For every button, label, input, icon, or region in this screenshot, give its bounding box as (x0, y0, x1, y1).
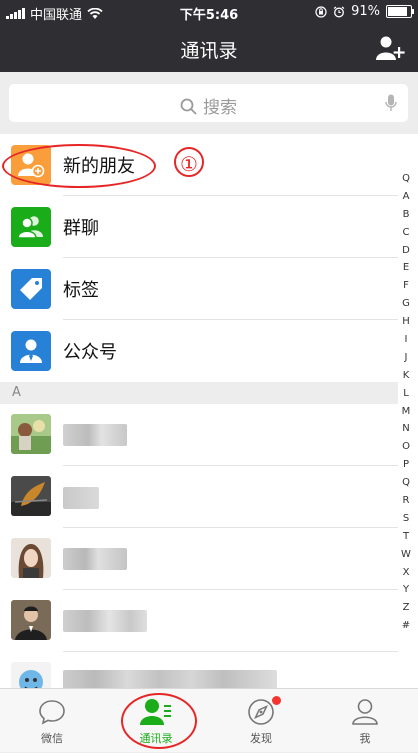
index-letter[interactable]: Z (398, 599, 414, 617)
add-friend-icon (11, 145, 51, 185)
battery-fill (388, 7, 407, 16)
contact-name-pixelated (63, 424, 127, 446)
official-accounts-item[interactable]: 公众号 (0, 320, 398, 382)
contacts-list[interactable]: 新的朋友 群聊 标签 公众号 A (0, 134, 418, 688)
index-letter[interactable]: # (398, 617, 414, 635)
index-letter[interactable]: C (398, 224, 414, 242)
group-chat-icon (11, 207, 51, 247)
index-letter[interactable]: L (398, 385, 414, 403)
index-letter[interactable]: B (398, 206, 414, 224)
add-contact-icon[interactable] (376, 35, 406, 61)
contact-name-pixelated (63, 487, 99, 509)
tab-contacts-label: 通讯录 (139, 732, 173, 745)
microphone-icon[interactable] (385, 94, 397, 112)
contact-row[interactable] (0, 404, 398, 466)
alarm-icon (333, 6, 345, 17)
new-friends-label: 新的朋友 (63, 156, 135, 177)
group-chats-item[interactable]: 群聊 (0, 196, 398, 258)
tab-chats[interactable]: 微信 (0, 689, 104, 753)
chat-bubble-icon (39, 700, 65, 725)
index-letter[interactable]: Q (398, 474, 414, 492)
contact-avatar (11, 476, 51, 516)
official-accounts-label: 公众号 (63, 342, 117, 363)
tab-discover-label: 发现 (250, 732, 272, 745)
orientation-lock-icon (315, 5, 327, 18)
index-letter[interactable]: W (398, 546, 414, 564)
search-icon (180, 98, 197, 115)
contact-name-pixelated (63, 670, 277, 688)
index-letter[interactable]: G (398, 295, 414, 313)
tab-discover[interactable]: 发现 (209, 689, 313, 753)
notification-dot (272, 696, 281, 705)
tab-chats-label: 微信 (41, 732, 63, 745)
nav-bar: 通讯录 (0, 24, 418, 72)
index-letter[interactable]: K (398, 367, 414, 385)
contact-name-pixelated (63, 548, 127, 570)
section-header: A (0, 382, 398, 404)
contact-avatar (11, 538, 51, 578)
index-letter[interactable]: N (398, 420, 414, 438)
battery-icon (386, 5, 414, 18)
search-placeholder-wrap: 搜索 (9, 93, 408, 118)
tab-me[interactable]: 我 (313, 689, 417, 753)
index-letter[interactable]: I (398, 331, 414, 349)
battery-percent: 91% (351, 4, 380, 19)
index-letter[interactable]: Q (398, 170, 414, 188)
index-letter[interactable]: E (398, 259, 414, 277)
index-letter[interactable]: T (398, 528, 414, 546)
index-letter[interactable]: Y (398, 581, 414, 599)
status-right: 91% (315, 4, 414, 19)
contact-avatar (11, 662, 51, 688)
tab-me-label: 我 (359, 732, 371, 745)
official-account-icon (11, 331, 51, 371)
tag-icon (11, 269, 51, 309)
annotation-marker: ① (174, 147, 204, 177)
index-letter[interactable]: J (398, 349, 414, 367)
alphabet-index[interactable]: Q A B C D E F G H I J K L M N O P Q R S T W X Y Z # (398, 170, 414, 635)
contact-row[interactable] (0, 652, 398, 688)
page-title: 通讯录 (180, 40, 238, 62)
profile-icon (352, 699, 378, 725)
compass-icon (248, 699, 274, 725)
contacts-icon (140, 699, 171, 725)
status-bar: 中国联通 下午5:46 91% (0, 0, 418, 24)
section-letter: A (12, 385, 21, 400)
contact-row[interactable] (0, 466, 398, 528)
index-letter[interactable]: O (398, 438, 414, 456)
group-chats-label: 群聊 (63, 218, 99, 239)
search-placeholder: 搜索 (203, 98, 237, 118)
contact-avatar (11, 600, 51, 640)
index-letter[interactable]: A (398, 188, 414, 206)
tags-item[interactable]: 标签 (0, 258, 398, 320)
index-letter[interactable]: D (398, 242, 414, 260)
contact-name-pixelated (63, 610, 147, 632)
search-area: 搜索 (0, 72, 418, 134)
tags-label: 标签 (63, 280, 99, 301)
contact-row[interactable] (0, 528, 398, 590)
index-letter[interactable]: M (398, 403, 414, 421)
index-letter[interactable]: H (398, 313, 414, 331)
contact-row[interactable] (0, 590, 398, 652)
index-letter[interactable]: S (398, 510, 414, 528)
index-letter[interactable]: P (398, 456, 414, 474)
tab-bar: 微信 通讯录 发现 我 (0, 688, 418, 752)
tab-contacts[interactable]: 通讯录 (104, 689, 208, 753)
index-letter[interactable]: R (398, 492, 414, 510)
contact-avatar (11, 414, 51, 454)
index-letter[interactable]: X (398, 564, 414, 582)
index-letter[interactable]: F (398, 277, 414, 295)
search-input[interactable]: 搜索 (9, 84, 408, 122)
